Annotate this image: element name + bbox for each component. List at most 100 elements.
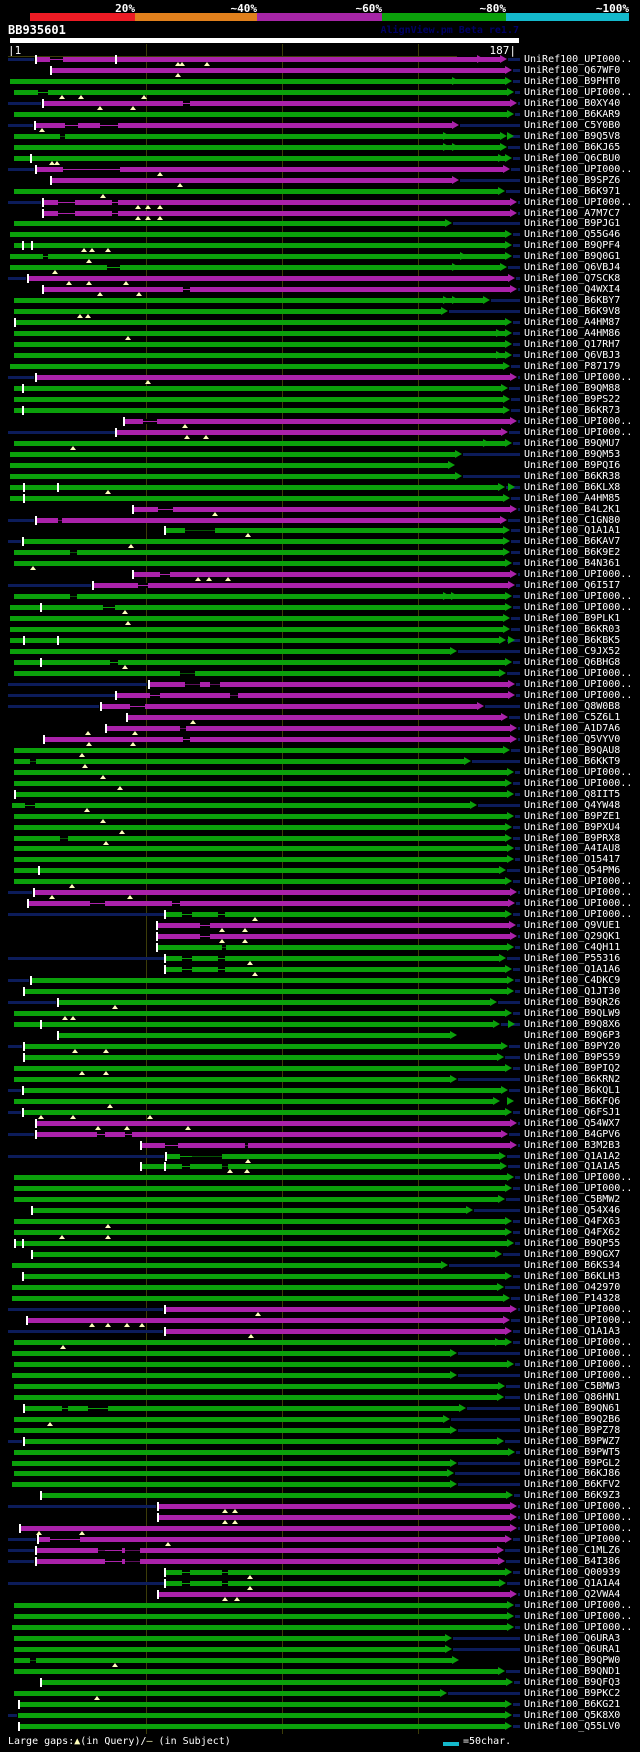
alignment-row[interactable]: UniRef100_Q55G46	[0, 229, 640, 240]
hit-accession-link[interactable]: UniRef100_Q00939	[524, 1567, 620, 1578]
alignment-row[interactable]: UniRef100_B9Q5V8	[0, 131, 640, 142]
hit-accession-link[interactable]: UniRef100_B9PIQ2	[524, 1063, 620, 1074]
hit-accession-link[interactable]: UniRef100_UPI000..	[524, 164, 632, 175]
alignment-row[interactable]: UniRef100_B9PWZ7	[0, 1436, 640, 1447]
hit-accession-link[interactable]: UniRef100_B9PHT0	[524, 76, 620, 87]
hit-accession-link[interactable]: UniRef100_C5Z6L1	[524, 712, 620, 723]
alignment-row[interactable]: UniRef100_Q00939	[0, 1567, 640, 1579]
alignment-row[interactable]: UniRef100_B6KRN2	[0, 1074, 640, 1085]
alignment-row[interactable]: UniRef100_C5Y0B0	[0, 120, 640, 132]
hit-accession-link[interactable]: UniRef100_B6K9V8	[524, 306, 620, 317]
alignment-row[interactable]: UniRef100_UPI000..	[0, 197, 640, 209]
hit-accession-link[interactable]: UniRef100_Q86HN1	[524, 1392, 620, 1403]
hit-accession-link[interactable]: UniRef100_UPI000..	[524, 569, 632, 580]
hit-accession-link[interactable]: UniRef100_P14328	[524, 1293, 620, 1304]
hit-accession-link[interactable]: UniRef100_B9Q5V8	[524, 131, 620, 142]
hit-accession-link[interactable]: UniRef100_UPI000..	[524, 1501, 632, 1512]
alignment-row[interactable]: UniRef100_UPI000..	[0, 372, 640, 384]
alignment-row[interactable]: UniRef100_UPI000..	[0, 1315, 640, 1327]
hit-accession-link[interactable]: UniRef100_B9PWZ7	[524, 1436, 620, 1447]
hit-accession-link[interactable]: UniRef100_Q6I5I7	[524, 580, 620, 591]
hit-accession-link[interactable]: UniRef100_UPI000..	[524, 1512, 632, 1523]
alignment-row[interactable]: UniRef100_Q4WXI4	[0, 284, 640, 296]
alignment-row[interactable]: UniRef100_Q29QK1	[0, 931, 640, 943]
alignment-row[interactable]: UniRef100_P14328	[0, 1293, 640, 1304]
hit-accession-link[interactable]: UniRef100_A4IAU8	[524, 843, 620, 854]
alignment-row[interactable]: UniRef100_B4GPV6	[0, 1129, 640, 1140]
alignment-row[interactable]: UniRef100_Q6BHG8	[0, 657, 640, 669]
alignment-row[interactable]: UniRef100_B9PZ78	[0, 1425, 640, 1436]
hit-accession-link[interactable]: UniRef100_Q9VUE1	[524, 920, 620, 931]
hit-accession-link[interactable]: UniRef100_UPI000..	[524, 427, 632, 438]
alignment-row[interactable]: UniRef100_B6KQL1	[0, 1085, 640, 1096]
alignment-row[interactable]: UniRef100_Q5K8X0	[0, 1710, 640, 1721]
hit-accession-link[interactable]: UniRef100_B9PLK1	[524, 613, 620, 624]
alignment-row[interactable]: UniRef100_UPI000..	[0, 1348, 640, 1359]
alignment-row[interactable]: UniRef100_B9QM53	[0, 449, 640, 460]
hit-accession-link[interactable]: UniRef100_P87179	[524, 361, 620, 372]
hit-accession-link[interactable]: UniRef100_Q5VYV0	[524, 734, 620, 745]
hit-accession-link[interactable]: UniRef100_B9PZE1	[524, 811, 620, 822]
alignment-row[interactable]: UniRef100_A4HM86	[0, 328, 640, 340]
hit-accession-link[interactable]: UniRef100_B9QPF4	[524, 240, 620, 251]
hit-accession-link[interactable]: UniRef100_A1D7A6	[524, 723, 620, 734]
hit-accession-link[interactable]: UniRef100_B6KG21	[524, 1699, 620, 1710]
hit-accession-link[interactable]: UniRef100_P55316	[524, 953, 620, 964]
hit-accession-link[interactable]: UniRef100_UPI000..	[524, 591, 632, 602]
hit-accession-link[interactable]: UniRef100_UPI000..	[524, 1611, 632, 1622]
alignment-row[interactable]: UniRef100_B4L2K1	[0, 504, 640, 516]
hit-accession-link[interactable]: UniRef100_B6KRN2	[524, 1074, 620, 1085]
hit-accession-link[interactable]: UniRef100_UPI000..	[524, 1534, 632, 1545]
hit-accession-link[interactable]: UniRef100_UPI000..	[524, 1370, 632, 1381]
alignment-row[interactable]: UniRef100_B6K9E2	[0, 547, 640, 558]
hit-accession-link[interactable]: UniRef100_Q7SCK8	[524, 273, 620, 284]
alignment-row[interactable]: UniRef100_O15417	[0, 854, 640, 865]
alignment-row[interactable]: UniRef100_Q1A1A6	[0, 964, 640, 976]
hit-accession-link[interactable]: UniRef100_B4I386	[524, 1556, 620, 1567]
alignment-row[interactable]: UniRef100_C4QH11	[0, 942, 640, 953]
hit-accession-link[interactable]: UniRef100_Q1A1A1	[524, 525, 620, 536]
alignment-row[interactable]: UniRef100_B9QM88	[0, 383, 640, 394]
alignment-row[interactable]: UniRef100_B9PQI6	[0, 460, 640, 471]
alignment-row[interactable]: UniRef100_UPI000..	[0, 778, 640, 790]
hit-accession-link[interactable]: UniRef100_B9QGX7	[524, 1249, 620, 1260]
alignment-row[interactable]: UniRef100_B9PXU4	[0, 822, 640, 834]
alignment-row[interactable]: UniRef100_A1D7A6	[0, 723, 640, 735]
alignment-row[interactable]: UniRef100_UPI000..	[0, 679, 640, 690]
alignment-row[interactable]: UniRef100_B6KR73	[0, 405, 640, 416]
alignment-row[interactable]: UniRef100_C1MLZ6	[0, 1545, 640, 1556]
hit-accession-link[interactable]: UniRef100_Q55LV0	[524, 1721, 620, 1732]
alignment-row[interactable]: UniRef100_UPI000..	[0, 1370, 640, 1381]
hit-accession-link[interactable]: UniRef100_B6KR38	[524, 471, 620, 482]
alignment-row[interactable]: UniRef100_UPI000..	[0, 1359, 640, 1370]
hit-accession-link[interactable]: UniRef100_Q4FX63	[524, 1216, 620, 1227]
alignment-row[interactable]: UniRef100_B6K9Z3	[0, 1490, 640, 1501]
alignment-row[interactable]: UniRef100_Q6CBU0	[0, 153, 640, 165]
hit-accession-link[interactable]: UniRef100_UPI000..	[524, 909, 632, 920]
hit-accession-link[interactable]: UniRef100_UPI000..	[524, 416, 632, 427]
hit-accession-link[interactable]: UniRef100_B9QM53	[524, 449, 620, 460]
hit-accession-link[interactable]: UniRef100_UPI000..	[524, 1172, 632, 1183]
alignment-row[interactable]: UniRef100_B9Q6P3	[0, 1030, 640, 1041]
alignment-row[interactable]: UniRef100_B9Q8X6	[0, 1019, 640, 1030]
alignment-row[interactable]: UniRef100_Q2VWA4	[0, 1589, 640, 1601]
alignment-row[interactable]: UniRef100_A4HM87	[0, 317, 640, 328]
hit-accession-link[interactable]: UniRef100_B4L2K1	[524, 504, 620, 515]
hit-accession-link[interactable]: UniRef100_B9QAU8	[524, 745, 620, 756]
hit-accession-link[interactable]: UniRef100_Q6FSJ1	[524, 1107, 620, 1118]
hit-accession-link[interactable]: UniRef100_C4QH11	[524, 942, 620, 953]
alignment-row[interactable]: UniRef100_B9QLW9	[0, 1008, 640, 1020]
alignment-row[interactable]: UniRef100_B6KS34	[0, 1260, 640, 1271]
alignment-row[interactable]: UniRef100_B6KKT9	[0, 756, 640, 768]
hit-accession-link[interactable]: UniRef100_B9QN61	[524, 1403, 620, 1414]
alignment-row[interactable]: UniRef100_UPI000..	[0, 1337, 640, 1349]
alignment-row[interactable]: UniRef100_UPI000..	[0, 876, 640, 888]
hit-accession-link[interactable]: UniRef100_C1MLZ6	[524, 1545, 620, 1556]
alignment-row[interactable]: UniRef100_B6KLX8	[0, 482, 640, 494]
hit-accession-link[interactable]: UniRef100_C5BMW3	[524, 1381, 620, 1392]
hit-accession-link[interactable]: UniRef100_UPI000..	[524, 1523, 632, 1534]
hit-accession-link[interactable]: UniRef100_UPI000..	[524, 887, 632, 898]
alignment-row[interactable]: UniRef100_Q6VBJ4	[0, 262, 640, 274]
hit-accession-link[interactable]: UniRef100_B9QP55	[524, 1238, 620, 1249]
hit-accession-link[interactable]: UniRef100_Q8W0B8	[524, 701, 620, 712]
